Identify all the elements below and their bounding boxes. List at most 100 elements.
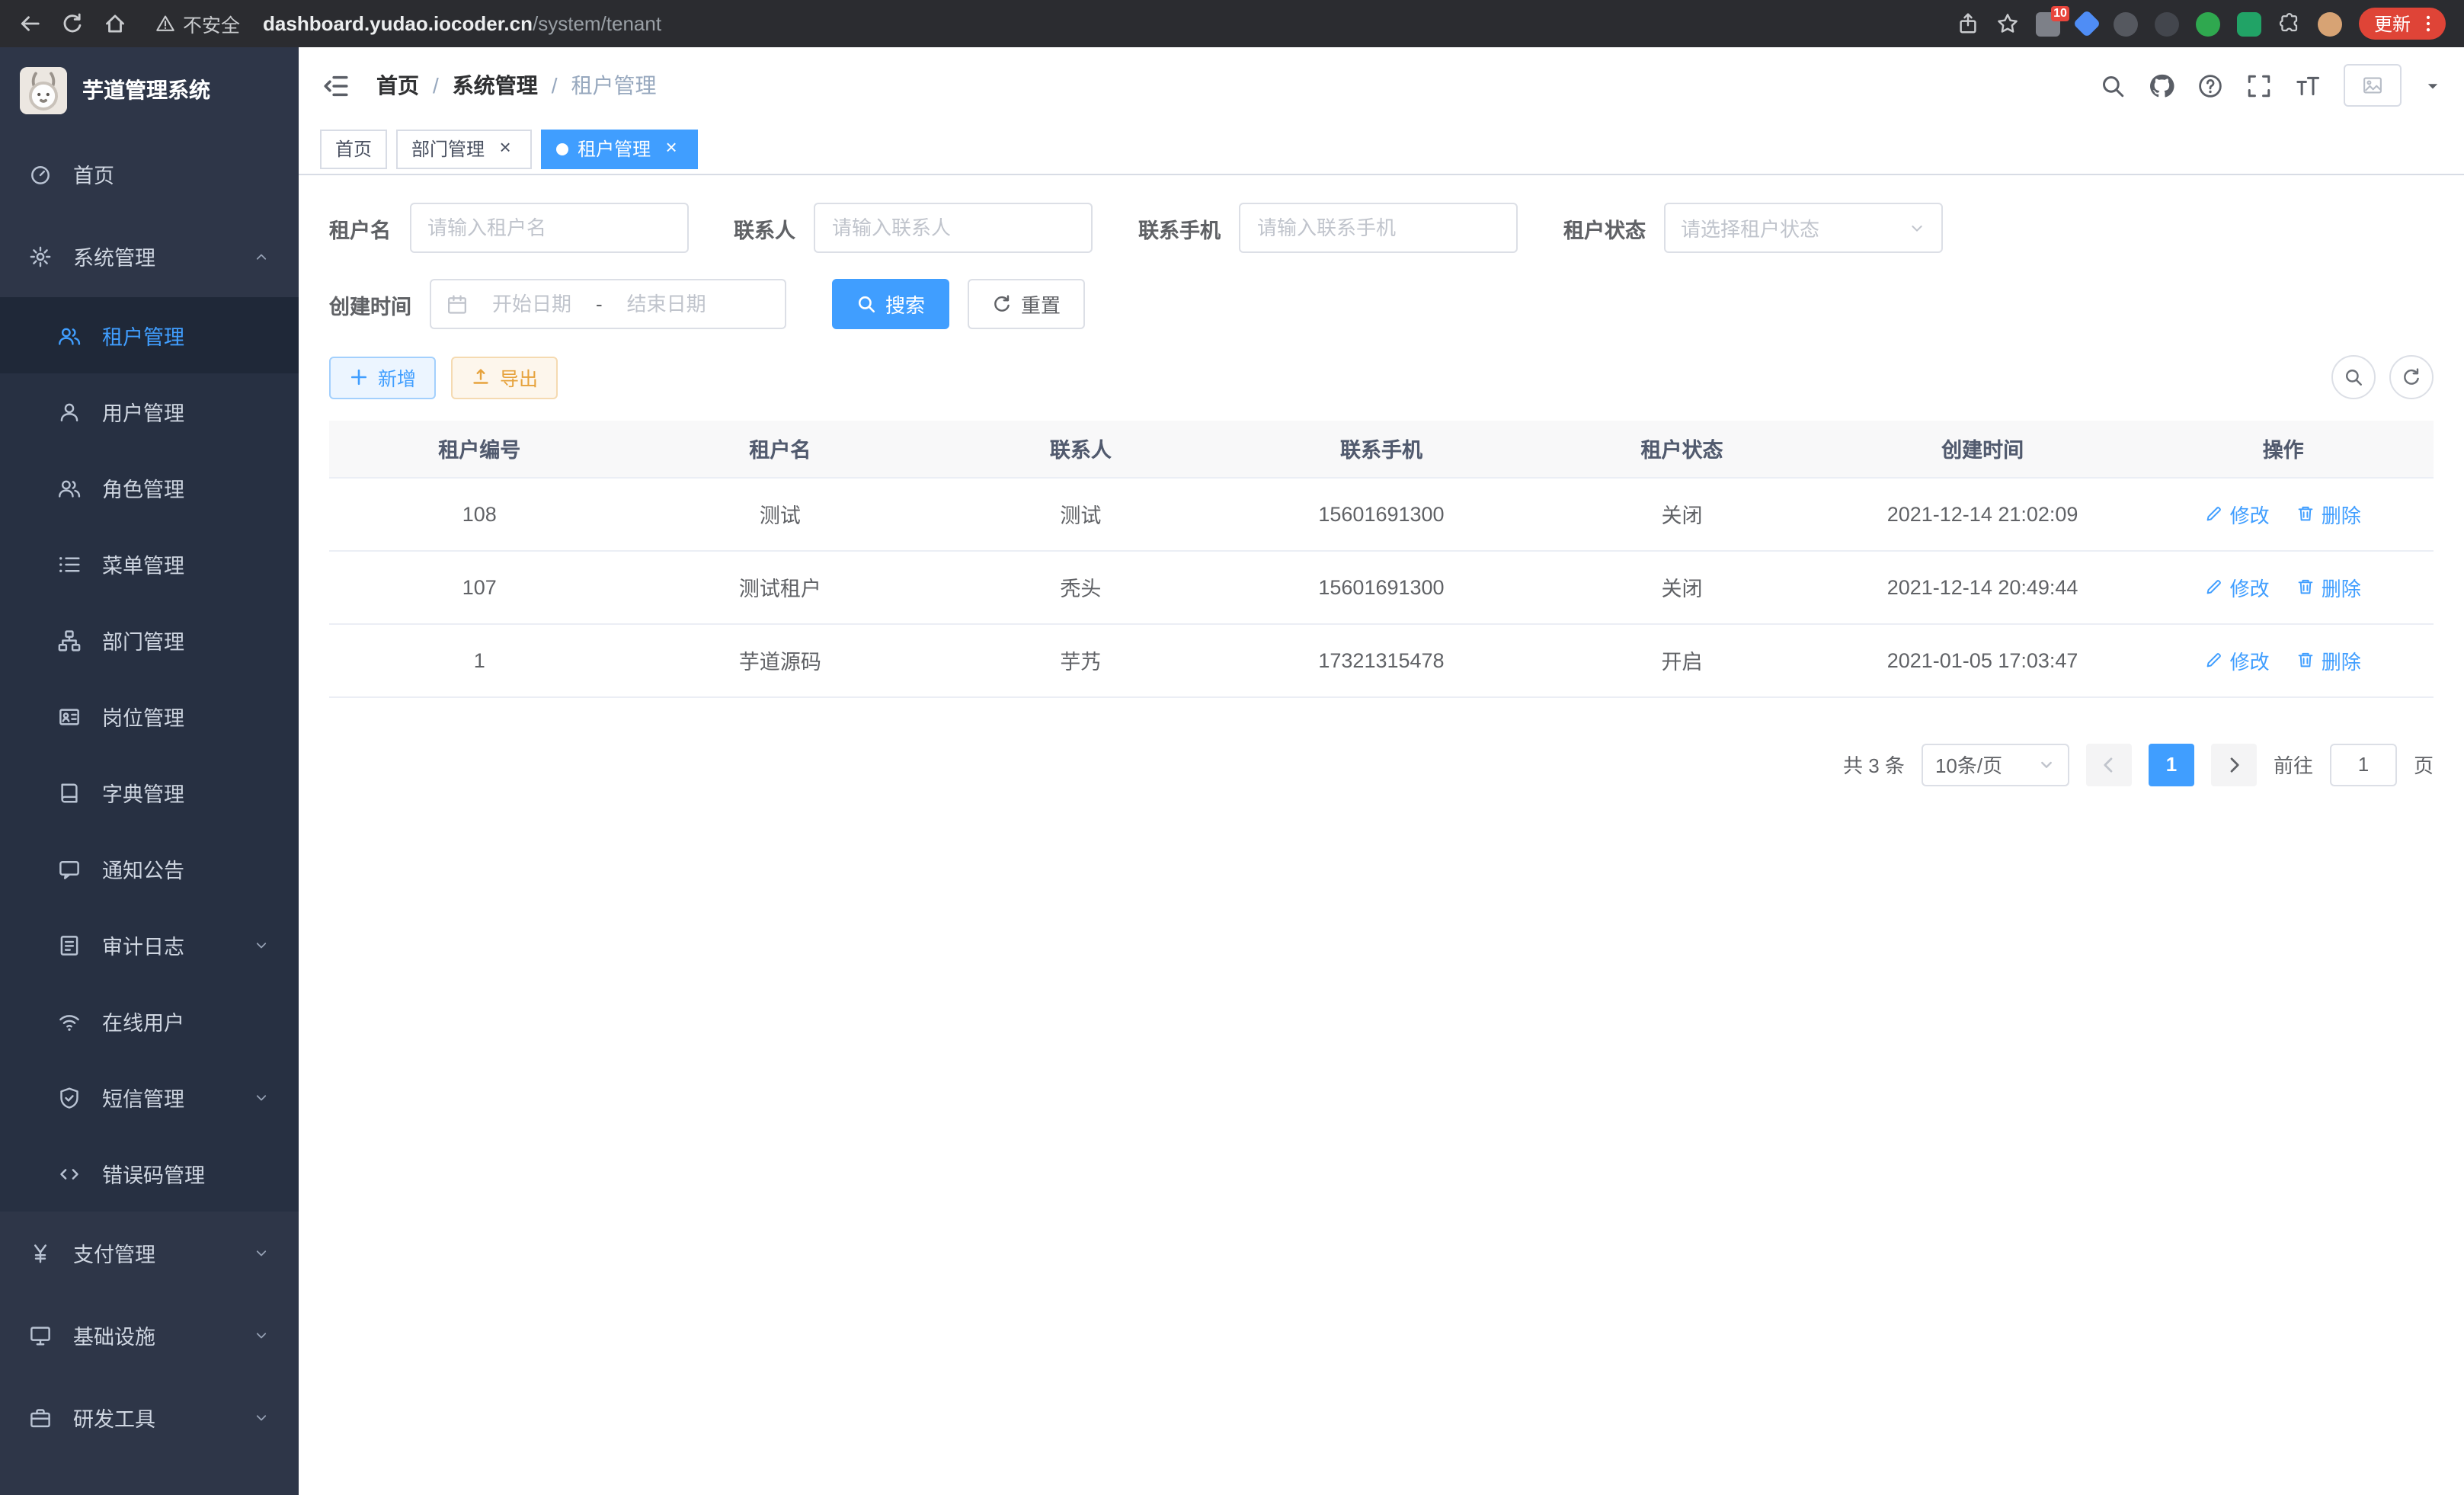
user-avatar[interactable] bbox=[2344, 64, 2402, 107]
extension-icon-3[interactable] bbox=[2114, 11, 2138, 36]
next-page-button[interactable] bbox=[2211, 743, 2257, 786]
breadcrumb-item[interactable]: 首页 bbox=[376, 70, 419, 101]
sidebar-item-label: 错误码管理 bbox=[102, 1158, 205, 1189]
reset-button[interactable]: 重置 bbox=[968, 279, 1085, 329]
sidebar-item-dict-management[interactable]: 字典管理 bbox=[0, 754, 299, 831]
close-tab-icon[interactable]: × bbox=[494, 137, 517, 160]
sidebar-item-menu-management[interactable]: 菜单管理 bbox=[0, 526, 299, 602]
kebab-menu-icon[interactable] bbox=[2418, 14, 2438, 34]
sidebar-item-infrastructure[interactable]: 基础设施 bbox=[0, 1294, 299, 1376]
bookmark-star-icon[interactable] bbox=[1996, 12, 2019, 35]
extension-icon-4[interactable] bbox=[2155, 11, 2179, 36]
edit-link[interactable]: 修改 bbox=[2206, 645, 2270, 674]
github-icon[interactable] bbox=[2149, 72, 2174, 98]
sidebar-item-label: 通知公告 bbox=[102, 853, 184, 884]
edit-icon bbox=[2206, 651, 2224, 669]
tenant-status-select[interactable]: 请选择租户状态 bbox=[1664, 203, 1943, 253]
update-browser-button[interactable]: 更新 bbox=[2359, 8, 2446, 40]
edit-link[interactable]: 修改 bbox=[2206, 499, 2270, 528]
refresh-table-button[interactable] bbox=[2389, 355, 2434, 399]
puzzle-extensions-icon[interactable] bbox=[2278, 12, 2301, 35]
sidebar-item-dev-tools[interactable]: 研发工具 bbox=[0, 1376, 299, 1458]
hide-search-button[interactable] bbox=[2331, 355, 2376, 399]
profile-avatar[interactable] bbox=[2318, 11, 2342, 36]
tab-label: 部门管理 bbox=[411, 136, 485, 162]
search-icon[interactable] bbox=[2100, 72, 2126, 98]
search-icon bbox=[2344, 367, 2363, 387]
avatar-dropdown-icon[interactable] bbox=[2424, 77, 2441, 94]
sidebar-item-online-users[interactable]: 在线用户 bbox=[0, 983, 299, 1059]
sidebar-item-payment-management[interactable]: 支付管理 bbox=[0, 1212, 299, 1294]
sidebar-item-user-management[interactable]: 用户管理 bbox=[0, 373, 299, 450]
home-icon[interactable] bbox=[104, 12, 126, 35]
sidebar-item-label: 岗位管理 bbox=[102, 701, 184, 731]
tenant-icon bbox=[58, 324, 81, 347]
tab-label: 首页 bbox=[335, 136, 372, 162]
sidebar-item-sms-management[interactable]: 短信管理 bbox=[0, 1059, 299, 1135]
extension-icon-2[interactable] bbox=[2073, 10, 2101, 38]
address-bar[interactable]: dashboard.yudao.iocoder.cn/system/tenant bbox=[263, 12, 661, 35]
delete-link[interactable]: 删除 bbox=[2297, 572, 2361, 601]
export-button[interactable]: 导出 bbox=[451, 356, 558, 399]
close-tab-icon[interactable]: × bbox=[660, 137, 683, 160]
add-button[interactable]: 新增 bbox=[329, 356, 436, 399]
prev-page-button[interactable] bbox=[2086, 743, 2132, 786]
help-icon[interactable] bbox=[2197, 72, 2223, 98]
back-icon[interactable] bbox=[18, 12, 41, 35]
contact-input[interactable] bbox=[814, 203, 1093, 253]
extension-icon-6[interactable] bbox=[2237, 11, 2261, 36]
extension-icon-1[interactable]: 10 bbox=[2036, 11, 2060, 36]
toolbar: 新增 导出 bbox=[329, 355, 2434, 399]
search-button[interactable]: 搜索 bbox=[832, 279, 949, 329]
sidebar-item-tenant-management[interactable]: 租户管理 bbox=[0, 297, 299, 373]
breadcrumb: 首页/系统管理/租户管理 bbox=[376, 70, 657, 101]
cell-actions: 修改删除 bbox=[2133, 550, 2434, 623]
site-security-chip[interactable]: 不安全 bbox=[155, 9, 240, 38]
tenant-name-input[interactable] bbox=[409, 203, 688, 253]
goto-page-input[interactable] bbox=[2330, 743, 2397, 786]
app-logo[interactable]: 芋道管理系统 bbox=[0, 47, 299, 133]
column-header: 联系人 bbox=[930, 421, 1231, 477]
sidebar-item-label: 菜单管理 bbox=[102, 549, 184, 579]
start-date-input[interactable] bbox=[474, 293, 590, 315]
search-button-label: 搜索 bbox=[885, 290, 925, 319]
sidebar-item-notice[interactable]: 通知公告 bbox=[0, 831, 299, 907]
goto-label: 前往 bbox=[2274, 750, 2313, 779]
edit-label: 修改 bbox=[2230, 645, 2270, 674]
delete-label: 删除 bbox=[2322, 499, 2361, 528]
tab-dept-management[interactable]: 部门管理 × bbox=[396, 129, 532, 168]
tree-icon bbox=[58, 629, 81, 651]
app-window: 芋道管理系统 首页系统管理租户管理用户管理角色管理菜单管理部门管理岗位管理字典管… bbox=[0, 47, 2464, 1495]
reload-icon[interactable] bbox=[61, 12, 84, 35]
delete-link[interactable]: 删除 bbox=[2297, 645, 2361, 674]
sidebar-item-home[interactable]: 首页 bbox=[0, 133, 299, 215]
cell-actions: 修改 删除 bbox=[2133, 477, 2434, 550]
font-size-icon[interactable] bbox=[2295, 72, 2321, 98]
date-range-picker[interactable]: - bbox=[430, 279, 786, 329]
page-number-1[interactable]: 1 bbox=[2149, 743, 2194, 786]
end-date-input[interactable] bbox=[609, 293, 725, 315]
tab-home[interactable]: 首页 bbox=[320, 129, 387, 168]
page-size-select[interactable]: 10条/页 bbox=[1922, 743, 2069, 786]
sidebar-item-audit-log[interactable]: 审计日志 bbox=[0, 907, 299, 983]
sidebar-toggle-icon[interactable] bbox=[322, 71, 350, 100]
sidebar-item-dept-management[interactable]: 部门管理 bbox=[0, 602, 299, 678]
sidebar: 芋道管理系统 首页系统管理租户管理用户管理角色管理菜单管理部门管理岗位管理字典管… bbox=[0, 47, 299, 1495]
sidebar-item-error-code-management[interactable]: 错误码管理 bbox=[0, 1135, 299, 1212]
share-icon[interactable] bbox=[1957, 12, 1979, 35]
edit-icon bbox=[2206, 504, 2224, 523]
page-unit-label: 页 bbox=[2414, 750, 2434, 779]
edit-link[interactable]: 修改 bbox=[2206, 572, 2270, 601]
contact-phone-input[interactable] bbox=[1239, 203, 1518, 253]
role-icon bbox=[58, 476, 81, 499]
tab-tenant-management[interactable]: 租户管理× bbox=[541, 129, 698, 168]
fullscreen-icon[interactable] bbox=[2246, 72, 2272, 98]
sidebar-item-system-management[interactable]: 系统管理 bbox=[0, 215, 299, 297]
breadcrumb-item[interactable]: 系统管理 bbox=[453, 70, 538, 101]
delete-link[interactable]: 删除 bbox=[2297, 499, 2361, 528]
column-header: 租户状态 bbox=[1531, 421, 1832, 477]
extension-icon-5[interactable] bbox=[2196, 11, 2220, 36]
sidebar-item-role-management[interactable]: 角色管理 bbox=[0, 450, 299, 526]
sidebar-item-label: 字典管理 bbox=[102, 777, 184, 808]
sidebar-item-post-management[interactable]: 岗位管理 bbox=[0, 678, 299, 754]
